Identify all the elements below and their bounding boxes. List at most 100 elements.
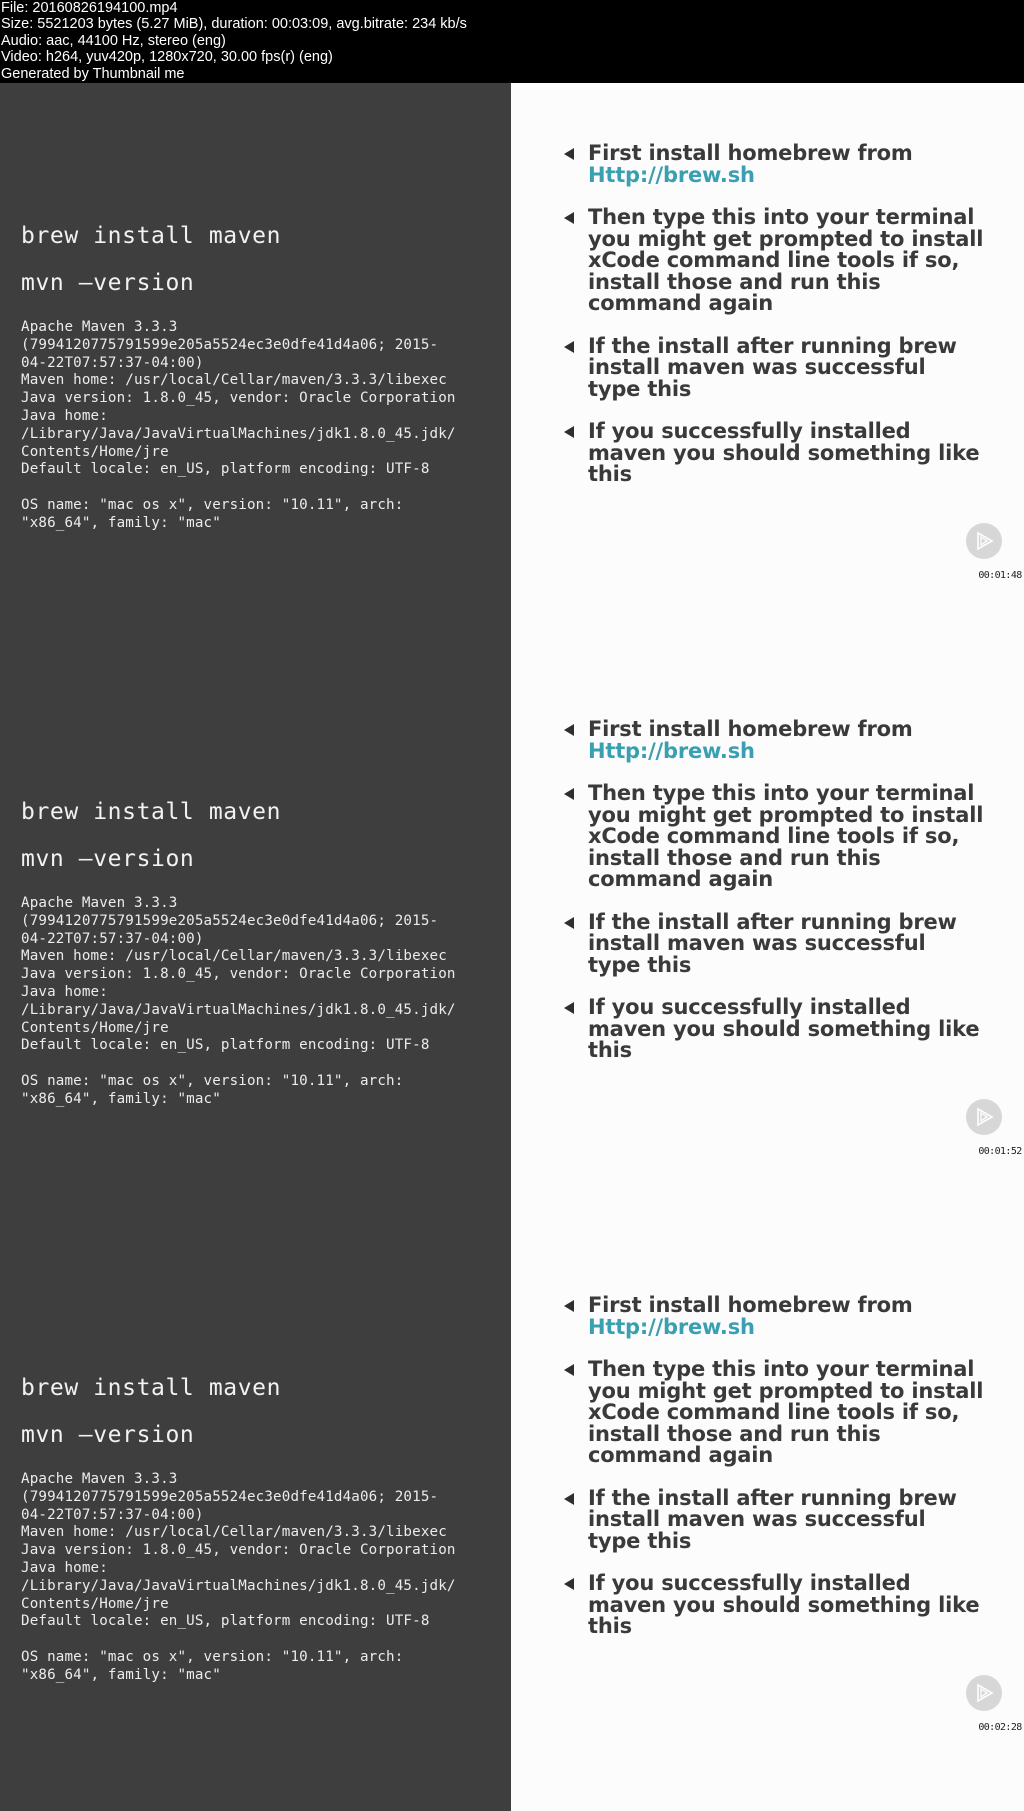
terminal-output-line: Default locale: en_US, platform encoding…	[21, 1613, 430, 1630]
terminal-output-line: /Library/Java/JavaVirtualMachines/jdk1.8…	[21, 1577, 456, 1594]
terminal-output-line: OS name: "mac os x", version: "10.11", a…	[21, 1072, 404, 1089]
terminal-output-line: Default locale: en_US, platform encoding…	[21, 461, 430, 478]
terminal-panel: brew install maven mvn –version Apache M…	[0, 83, 511, 659]
command-brew-install: brew install maven	[21, 1375, 282, 1401]
brew-link[interactable]: Http://brew.sh	[588, 1316, 984, 1339]
bullet-text: If the install after running brew instal…	[588, 1485, 957, 1553]
triangle-left-icon	[564, 916, 574, 929]
terminal-panel: brew install maven mvn –version Apache M…	[0, 659, 511, 1235]
bullet-item: Then type this into your terminal you mi…	[554, 205, 984, 315]
frame-timestamp: 00:01:52	[978, 1146, 1022, 1157]
file-size: Size: 5521203 bytes (5.27 MiB), duration…	[1, 16, 467, 33]
bullet-list: First install homebrew from Http://brew.s…	[554, 1293, 984, 1659]
play-logo-icon	[966, 1099, 1002, 1135]
triangle-left-icon	[564, 1578, 574, 1590]
bullet-text: First install homebrew from	[588, 1293, 913, 1317]
triangle-left-icon	[564, 148, 574, 160]
terminal-output: Apache Maven 3.3.3 (7994120775791599e205a…	[21, 1471, 456, 1685]
bullet-text: If the install after running brew instal…	[588, 333, 957, 401]
bullet-item: If the install after running brew instal…	[554, 1485, 984, 1553]
triangle-left-icon	[564, 1492, 574, 1505]
bullet-text: First install homebrew from	[588, 141, 913, 165]
command-mvn-version: mvn –version	[21, 1422, 195, 1448]
triangle-left-icon	[564, 724, 574, 736]
bullet-item: First install homebrew from Http://brew.s…	[554, 717, 984, 763]
bullet-text: If you successfully installed maven you …	[588, 419, 980, 486]
video-info-header: File: 20160826194100.mp4 Size: 5521203 b…	[0, 0, 1024, 83]
bullet-text: Then type this into your terminal you mi…	[588, 205, 984, 315]
triangle-left-icon	[564, 788, 574, 800]
frame-timestamp: 00:01:48	[978, 570, 1022, 581]
terminal-output: Apache Maven 3.3.3 (7994120775791599e205a…	[21, 319, 456, 533]
terminal-output-line: Java version: 1.8.0_45, vendor: Oracle C…	[21, 1542, 456, 1559]
command-mvn-version: mvn –version	[21, 270, 195, 296]
terminal-output-line: OS name: "mac os x", version: "10.11", a…	[21, 496, 404, 513]
brew-link[interactable]: Http://brew.sh	[588, 740, 984, 763]
terminal-output-line: /Library/Java/JavaVirtualMachines/jdk1.8…	[21, 425, 456, 442]
terminal-output-line: Java version: 1.8.0_45, vendor: Oracle C…	[21, 390, 456, 407]
bullet-item: If the install after running brew instal…	[554, 333, 984, 401]
terminal-output-line: Java version: 1.8.0_45, vendor: Oracle C…	[21, 966, 456, 983]
terminal-output-line: Java home:	[21, 407, 108, 424]
bullet-text: Then type this into your terminal you mi…	[588, 1357, 984, 1467]
bullet-text: If you successfully installed maven you …	[588, 995, 980, 1062]
terminal-panel: brew install maven mvn –version Apache M…	[0, 1235, 511, 1811]
file-name: File: 20160826194100.mp4	[1, 0, 178, 16]
terminal-output-line: Contents/Home/jre	[21, 443, 169, 460]
terminal-output-line: "x86_64", family: "mac"	[21, 1090, 221, 1107]
command-mvn-version: mvn –version	[21, 846, 195, 872]
bullet-item: If you successfully installed maven you …	[554, 995, 984, 1062]
command-brew-install: brew install maven	[21, 799, 282, 825]
bullet-item: Then type this into your terminal you mi…	[554, 781, 984, 891]
frame-timestamp: 00:02:28	[978, 1722, 1022, 1733]
slide-notes-panel: First install homebrew from Http://brew.s…	[511, 1235, 1024, 1811]
bullet-item: If the install after running brew instal…	[554, 909, 984, 977]
terminal-output-line: Maven home: /usr/local/Cellar/maven/3.3.…	[21, 948, 447, 965]
audio-info: Audio: aac, 44100 Hz, stereo (eng)	[1, 32, 226, 49]
command-brew-install: brew install maven	[21, 223, 282, 249]
slide-notes-panel: First install homebrew from Http://brew.s…	[511, 659, 1024, 1235]
video-frame: brew install maven mvn –version Apache M…	[0, 659, 1024, 1235]
bullet-list: First install homebrew from Http://brew.s…	[554, 717, 984, 1083]
terminal-output-line: Java home:	[21, 983, 108, 1000]
bullet-text: Then type this into your terminal you mi…	[588, 781, 984, 891]
terminal-output-line: "x86_64", family: "mac"	[21, 514, 221, 531]
bullet-item: First install homebrew from Http://brew.s…	[554, 141, 984, 187]
terminal-output-line: "x86_64", family: "mac"	[21, 1666, 221, 1683]
bullet-item: If you successfully installed maven you …	[554, 419, 984, 486]
video-frame: brew install maven mvn –version Apache M…	[0, 1235, 1024, 1811]
terminal-output-line: Java home:	[21, 1559, 108, 1576]
terminal-output-line: /Library/Java/JavaVirtualMachines/jdk1.8…	[21, 1001, 456, 1018]
play-logo-icon	[966, 523, 1002, 559]
bullet-text: If the install after running brew instal…	[588, 909, 957, 977]
terminal-output-line: Default locale: en_US, platform encoding…	[21, 1037, 430, 1054]
video-info: Video: h264, yuv420p, 1280x720, 30.00 fp…	[1, 49, 333, 66]
slide-notes-panel: First install homebrew from Http://brew.s…	[511, 83, 1024, 659]
terminal-output-line: (7994120775791599e205a5524ec3e0dfe41d4a0…	[21, 1488, 439, 1505]
terminal-output-line: Apache Maven 3.3.3	[21, 319, 178, 335]
terminal-output-line: (7994120775791599e205a5524ec3e0dfe41d4a0…	[21, 336, 439, 353]
terminal-output-line: Apache Maven 3.3.3	[21, 1471, 178, 1487]
terminal-output-line: Maven home: /usr/local/Cellar/maven/3.3.…	[21, 372, 447, 389]
terminal-output-line: 04-22T07:57:37-04:00)	[21, 930, 204, 947]
bullet-text: First install homebrew from	[588, 717, 913, 741]
video-frame: brew install maven mvn –version Apache M…	[0, 83, 1024, 659]
terminal-output-line: (7994120775791599e205a5524ec3e0dfe41d4a0…	[21, 912, 439, 929]
bullet-text: If you successfully installed maven you …	[588, 1571, 980, 1638]
terminal-output-line: 04-22T07:57:37-04:00)	[21, 1506, 204, 1523]
bullet-item: If you successfully installed maven you …	[554, 1571, 984, 1638]
terminal-output: Apache Maven 3.3.3 (7994120775791599e205a…	[21, 895, 456, 1109]
triangle-left-icon	[564, 340, 574, 353]
triangle-left-icon	[564, 1002, 574, 1014]
terminal-output-line: OS name: "mac os x", version: "10.11", a…	[21, 1648, 404, 1665]
generator-credit: Generated by Thumbnail me	[1, 65, 185, 82]
brew-link[interactable]: Http://brew.sh	[588, 164, 984, 187]
play-logo-icon	[966, 1675, 1002, 1711]
bullet-item: First install homebrew from Http://brew.s…	[554, 1293, 984, 1339]
terminal-output-line: Maven home: /usr/local/Cellar/maven/3.3.…	[21, 1524, 447, 1541]
triangle-left-icon	[564, 1300, 574, 1312]
bullet-list: First install homebrew from Http://brew.s…	[554, 141, 984, 507]
